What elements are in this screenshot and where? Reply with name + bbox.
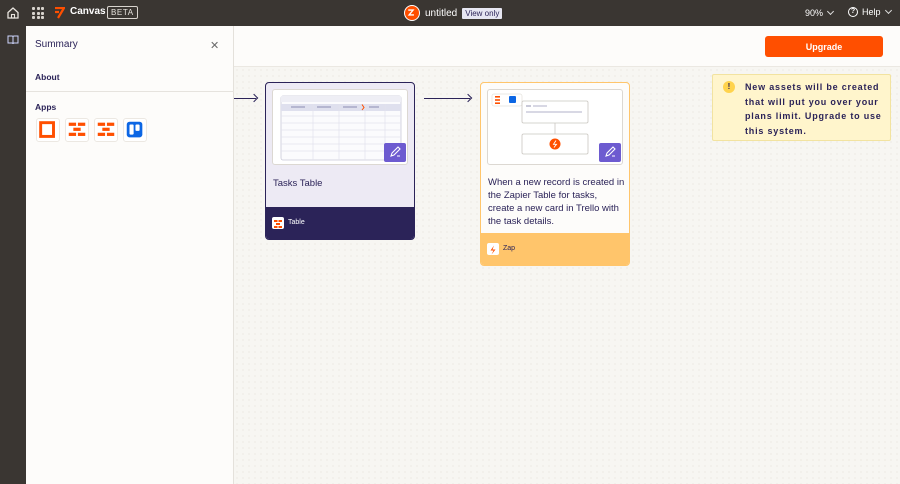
apps-section-heading: Apps (35, 102, 57, 112)
canvas-logo-icon (55, 7, 65, 19)
help-label: Help (862, 7, 881, 17)
card-type-label: Table (288, 219, 305, 226)
zapier-logo (404, 5, 420, 21)
book-icon[interactable] (7, 35, 19, 45)
view-only-badge: View only (462, 7, 503, 19)
help-icon: ? (848, 7, 858, 17)
app-name: Canvas (70, 6, 106, 17)
document-title[interactable]: untitled (425, 8, 457, 19)
warning-text: New assets will be created that will put… (745, 82, 882, 136)
tables-icon (272, 217, 284, 229)
zoom-control[interactable]: 90% (805, 7, 835, 18)
card-title: When a new record is created in the Zapi… (488, 177, 625, 227)
zap-card[interactable]: When a new record is created in the Zapi… (480, 82, 630, 266)
table-card[interactable]: Tasks Table Table (265, 82, 415, 240)
zap-bolt-icon (487, 243, 499, 255)
app-grid-icon[interactable] (32, 7, 44, 19)
edit-icon[interactable] (384, 143, 406, 162)
left-rail (0, 26, 26, 484)
document-title-area: untitled View only (404, 5, 503, 21)
apps-list (36, 118, 147, 142)
about-section-heading[interactable]: About (35, 72, 60, 82)
home-icon[interactable] (6, 6, 20, 20)
card-footer: Table (266, 207, 414, 239)
edit-icon[interactable] (599, 143, 621, 162)
close-icon[interactable]: ✕ (210, 39, 219, 52)
tables-app-icon[interactable] (94, 118, 118, 142)
warning-banner: ! New assets will be created that will p… (712, 74, 891, 141)
zoom-level: 90% (805, 8, 824, 18)
interfaces-app-icon[interactable] (36, 118, 60, 142)
connector-arrow (424, 98, 470, 99)
connector-arrow (234, 98, 256, 99)
panel-title: Summary (35, 39, 78, 50)
summary-panel: Summary ✕ About Apps (26, 26, 234, 484)
zoom-chevron-icon (826, 7, 835, 16)
help-chevron-icon (884, 6, 892, 14)
card-footer: Zap (481, 233, 629, 265)
card-title: Tasks Table (273, 178, 323, 189)
divider (26, 91, 234, 92)
warning-icon: ! (723, 81, 735, 93)
upgrade-button[interactable]: Upgrade (765, 36, 883, 57)
help-menu[interactable]: ? Help (848, 6, 892, 17)
card-type-label: Zap (503, 245, 516, 252)
top-bar: Canvas BETA untitled View only 90% ? Hel… (0, 0, 900, 26)
trello-app-icon[interactable] (123, 118, 147, 142)
beta-badge: BETA (107, 6, 138, 19)
tables-app-icon[interactable] (65, 118, 89, 142)
